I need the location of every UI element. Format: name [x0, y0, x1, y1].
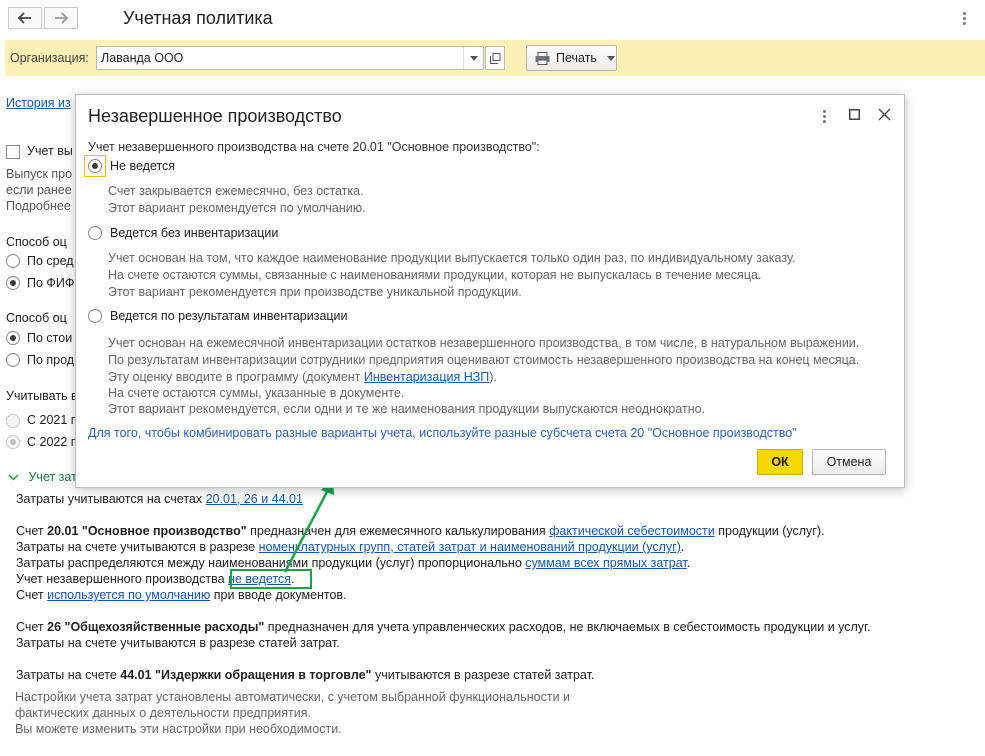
cancel-button[interactable]: Отмена [812, 449, 886, 475]
option-description: На счете остаются суммы, указанные в док… [108, 386, 405, 400]
ok-button[interactable]: ОК [757, 449, 803, 475]
close-icon [878, 108, 891, 121]
option-description: Эту оценку вводите в программу (документ… [108, 370, 497, 384]
option-description: Счет закрывается ежемесячно, без остатка… [108, 184, 364, 198]
dialog-title: Незавершенное производство [88, 106, 342, 126]
wip-option-inventory-label: Ведется по результатам инвентаризации [110, 309, 348, 323]
dialog-question: Учет незавершенного производства на счет… [88, 140, 540, 154]
wip-option-inventory[interactable] [88, 309, 102, 323]
option-description: Этот вариант рекомендуется по умолчанию. [108, 201, 366, 215]
option-description: Этот вариант рекомендуется, если одни и … [108, 402, 706, 416]
wip-option-not-kept-label: Не ведется [110, 159, 176, 173]
option-description: Учет основан на ежемесячной инвентаризац… [108, 336, 860, 350]
maximize-icon [849, 109, 860, 120]
option-description: По результатам инвентаризации сотрудники… [108, 353, 860, 367]
inventory-wip-link[interactable]: Инвентаризация НЗП [364, 370, 489, 384]
maximize-button[interactable] [849, 109, 861, 121]
dialog-hint: Для того, чтобы комбинировать разные вар… [88, 426, 797, 440]
wip-option-no-inventory-label: Ведется без инвентаризации [110, 226, 279, 240]
option-description: Этот вариант рекомендуется при производс… [108, 285, 522, 299]
wip-option-not-kept[interactable] [88, 159, 102, 173]
dialog-more-icon[interactable] [820, 110, 828, 123]
wip-option-no-inventory[interactable] [88, 226, 102, 240]
wip-dialog: Незавершенное производство Учет незаверш… [75, 94, 905, 488]
option-description: Учет основан на том, что каждое наименов… [108, 251, 796, 265]
option-description: На счете остаются суммы, связанные с наи… [108, 268, 762, 282]
close-button[interactable] [878, 108, 892, 122]
